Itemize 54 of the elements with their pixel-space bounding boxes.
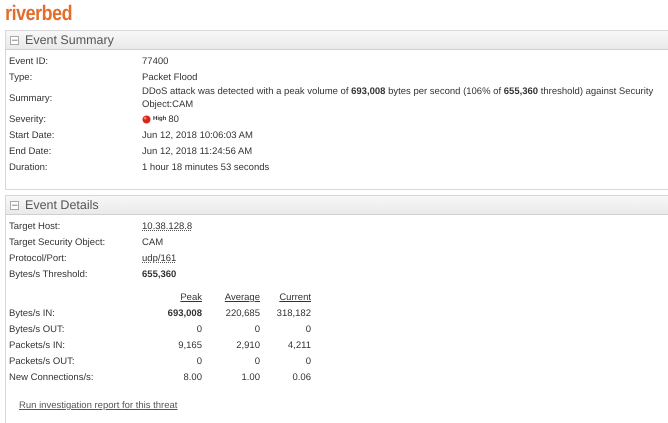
section-header[interactable]: − Event Details xyxy=(6,196,668,215)
field-label: Start Date: xyxy=(9,130,56,140)
report-link[interactable]: Run investigation report for this threat xyxy=(19,400,178,411)
field-value: Jun 12, 2018 11:24:56 AM xyxy=(142,146,254,156)
summary-text: DDoS attack was detected with a peak volume of 693,008 bytes per second (106% of 655,360 threshold) against Security Object:CAM xyxy=(142,85,654,111)
field-label: Severity: xyxy=(9,114,47,124)
row-label: New Connections/s: xyxy=(9,371,94,385)
field-value: Jun 12, 2018 10:06:03 AM xyxy=(142,130,254,140)
table-cell-text: 693,008 xyxy=(166,307,202,321)
section-title: Event Details xyxy=(25,198,99,212)
column-header[interactable]: Peak xyxy=(142,290,202,306)
field-label: End Date: xyxy=(9,146,52,156)
value-link[interactable]: 10.38.128.8 xyxy=(142,220,192,232)
section-title: Event Summary xyxy=(25,33,114,47)
table-cell-text: 4,211 xyxy=(286,339,311,353)
field-value: 655,360 xyxy=(142,268,178,280)
field-label: Protocol/Port: xyxy=(9,252,68,264)
field-label: Bytes/s Threshold: xyxy=(9,268,89,280)
collapse-button[interactable]: − xyxy=(10,36,19,44)
table-cell-text: 0.06 xyxy=(292,371,311,385)
field-label: Event ID: xyxy=(9,56,50,66)
field-label: Type: xyxy=(9,72,34,82)
table-cell-text: 0 xyxy=(196,355,202,369)
logo: riverbed xyxy=(4,1,72,27)
field-label: Duration: xyxy=(9,162,49,172)
table-cell-text: 0 xyxy=(254,323,260,337)
field-label: Target Host: xyxy=(9,220,62,232)
table-cell-text: 9,165 xyxy=(177,339,202,353)
severity-icon xyxy=(142,114,151,124)
table-cell-text: 0 xyxy=(304,355,311,369)
collapse-button[interactable]: − xyxy=(10,200,19,210)
field-label: Target Security Object: xyxy=(9,236,106,248)
table-cell-text: 1.00 xyxy=(240,371,260,385)
field-label: Summary: xyxy=(9,92,54,104)
row-label: Packets/s OUT: xyxy=(9,355,76,369)
column-header[interactable]: Current xyxy=(260,290,311,306)
table-cell-text: 0 xyxy=(304,323,311,337)
value-link[interactable]: udp/161 xyxy=(142,252,176,264)
table-cell-text: 0 xyxy=(254,355,260,369)
field-value: 77400 xyxy=(142,56,170,66)
table-cell-text: 318,182 xyxy=(276,307,311,321)
table-cell-text: 8.00 xyxy=(182,371,202,385)
row-label: Bytes/s IN: xyxy=(9,307,56,321)
table-cell-text: 0 xyxy=(196,323,202,337)
column-header[interactable]: Average xyxy=(202,290,260,306)
field-value: 80 xyxy=(168,114,179,124)
table-cell-text: 220,685 xyxy=(224,307,260,321)
section-header[interactable]: − Event Summary xyxy=(6,31,668,50)
row-label: Packets/s IN: xyxy=(9,339,66,353)
field-value: Packet Flood xyxy=(142,72,198,82)
table-cell-text: 2,910 xyxy=(235,339,260,353)
row-label: Bytes/s OUT: xyxy=(9,323,66,337)
field-value: 1 hour 18 minutes 53 seconds xyxy=(142,162,270,172)
field-value: CAM xyxy=(142,236,164,248)
